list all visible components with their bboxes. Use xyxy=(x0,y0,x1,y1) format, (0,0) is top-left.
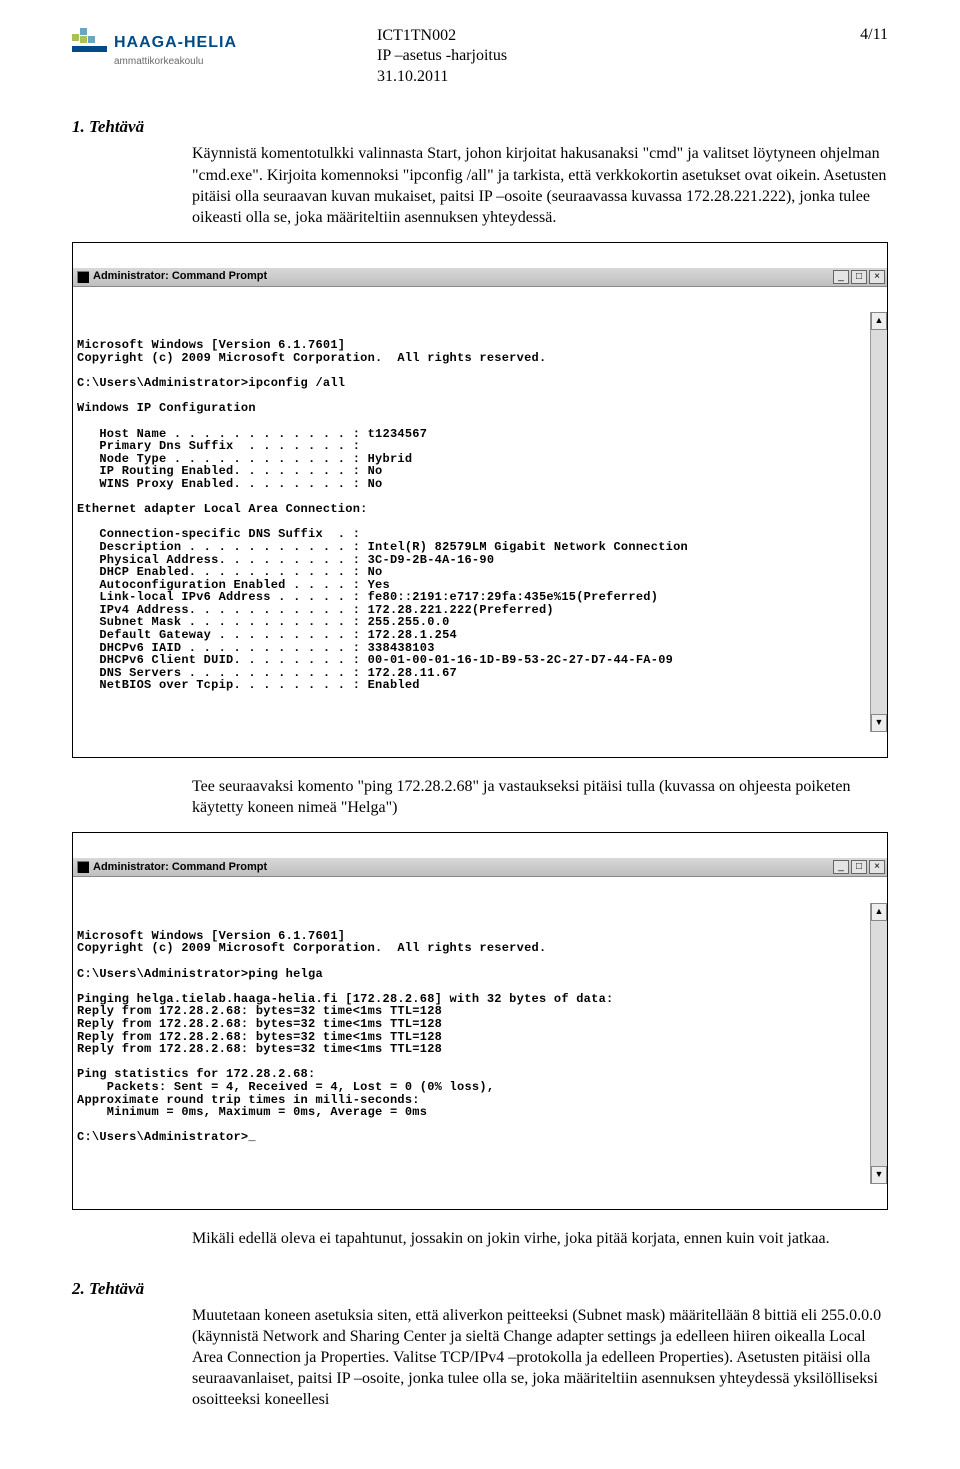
section1-p3: Mikäli edellä oleva ei tapahtunut, jossa… xyxy=(72,1228,888,1249)
scroll-down-icon[interactable]: ▼ xyxy=(871,714,887,732)
section2-p1: Muutetaan koneen asetuksia siten, että a… xyxy=(72,1305,888,1411)
page-number: 4/11 xyxy=(860,26,888,44)
logo: HAAGA-HELIA ammattikorkeakoulu xyxy=(72,26,237,67)
terminal-output: Microsoft Windows [Version 6.1.7601] Cop… xyxy=(77,930,885,1144)
page-header: HAAGA-HELIA ammattikorkeakoulu ICT1TN002… xyxy=(72,26,888,87)
scroll-up-icon[interactable]: ▲ xyxy=(871,903,887,921)
scroll-down-icon[interactable]: ▼ xyxy=(871,1166,887,1184)
terminal-window-ipconfig: Administrator: Command Prompt _ □ × Micr… xyxy=(72,242,888,758)
minimize-button[interactable]: _ xyxy=(833,270,849,284)
terminal-titlebar: Administrator: Command Prompt _ □ × xyxy=(73,268,887,287)
cmd-icon xyxy=(77,861,89,873)
scrollbar[interactable]: ▲ ▼ xyxy=(870,903,887,1184)
terminal-output: Microsoft Windows [Version 6.1.7601] Cop… xyxy=(77,339,885,692)
section2-heading: 2. Tehtävä xyxy=(72,1279,888,1299)
scrollbar[interactable]: ▲ ▼ xyxy=(870,312,887,732)
maximize-button[interactable]: □ xyxy=(851,270,867,284)
doc-subtitle: IP –asetus -harjoitus xyxy=(377,46,860,66)
doc-code: ICT1TN002 xyxy=(377,26,860,46)
logo-text: HAAGA-HELIA xyxy=(114,35,237,51)
minimize-button[interactable]: _ xyxy=(833,860,849,874)
header-center: ICT1TN002 IP –asetus -harjoitus 31.10.20… xyxy=(237,26,860,87)
close-button[interactable]: × xyxy=(869,860,885,874)
logo-mark-icon xyxy=(72,28,108,58)
terminal-titlebar: Administrator: Command Prompt _ □ × xyxy=(73,858,887,877)
cmd-icon xyxy=(77,271,89,283)
terminal-window-ping: Administrator: Command Prompt _ □ × Micr… xyxy=(72,832,888,1210)
section1-p2: Tee seuraavaksi komento "ping 172.28.2.6… xyxy=(72,776,888,818)
terminal-title: Administrator: Command Prompt xyxy=(93,271,267,283)
section1-heading: 1. Tehtävä xyxy=(72,117,888,137)
close-button[interactable]: × xyxy=(869,270,885,284)
logo-subtitle: ammattikorkeakoulu xyxy=(114,56,237,67)
section1-p1: Käynnistä komentotulkki valinnasta Start… xyxy=(72,143,888,227)
scroll-up-icon[interactable]: ▲ xyxy=(871,312,887,330)
terminal-title: Administrator: Command Prompt xyxy=(93,862,267,874)
doc-date: 31.10.2011 xyxy=(377,67,860,87)
maximize-button[interactable]: □ xyxy=(851,860,867,874)
